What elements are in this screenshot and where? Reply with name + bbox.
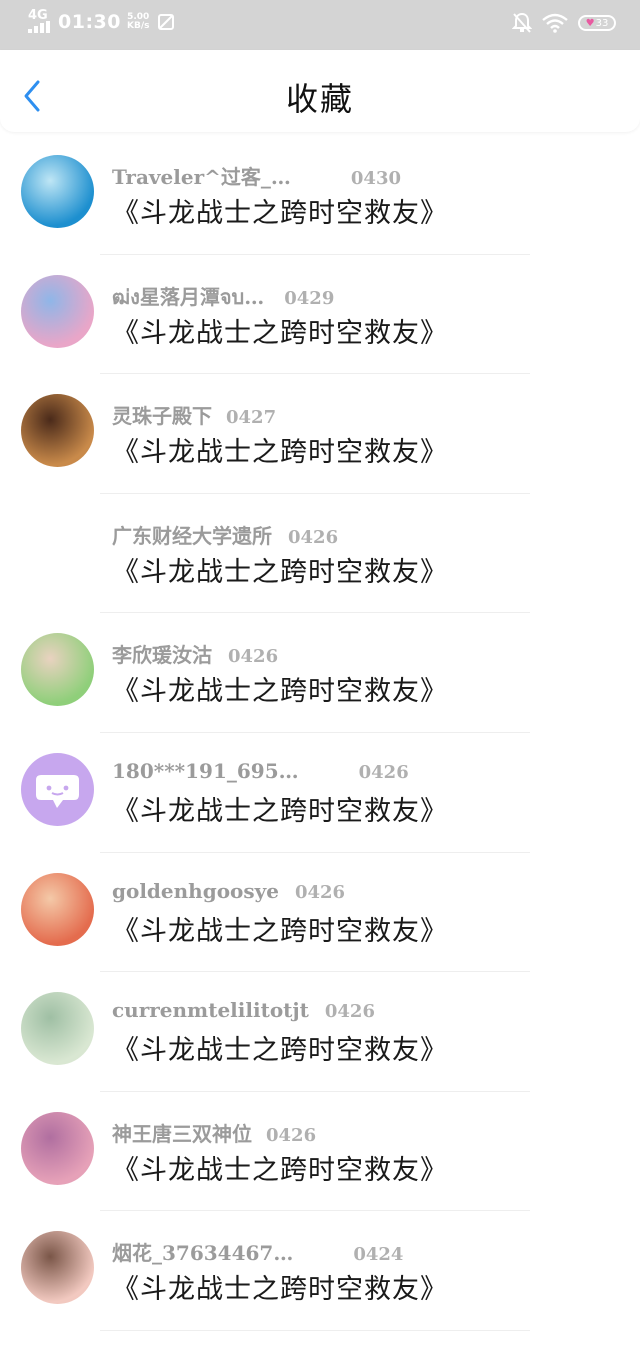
avatar[interactable] — [21, 752, 94, 826]
wifi-icon — [542, 13, 568, 33]
username: 广东财经大学遗所 — [112, 523, 272, 548]
username: currenmtelilitotjt — [112, 998, 309, 1023]
username: 李欣瑗汝沽 — [112, 643, 212, 668]
date-label: 0429 — [284, 287, 335, 309]
avatar[interactable] — [21, 1231, 94, 1305]
book-title[interactable]: 《斗龙战士之跨时空救友》 — [112, 311, 448, 350]
username: 灵珠子殿下 — [112, 404, 212, 429]
username: ฒ่ง星落月潭จบ… — [112, 284, 265, 309]
item-meta: 烟花_37634467… 0424 — [112, 1237, 403, 1266]
date-label: 0424 — [353, 1244, 404, 1266]
list-item[interactable]: currenmtelilitotjt 0426 《斗龙战士之跨时空救友》 — [0, 972, 640, 1092]
item-meta: 李欣瑗汝沽 0426 — [112, 639, 278, 668]
list-item[interactable]: 180***191_695… 0426 《斗龙战士之跨时空救友》 — [0, 733, 640, 853]
page-title: 收藏 — [285, 80, 354, 118]
avatar[interactable] — [21, 872, 94, 946]
book-title[interactable]: 《斗龙战士之跨时空救友》 — [112, 1267, 448, 1306]
book-title[interactable]: 《斗龙战士之跨时空救友》 — [112, 669, 448, 708]
book-title[interactable]: 《斗龙战士之跨时空救友》 — [112, 1148, 448, 1187]
item-meta: 广东财经大学遗所 0426 — [112, 520, 338, 549]
date-label: 0426 — [324, 1001, 375, 1023]
date-label: 0426 — [294, 881, 346, 903]
username: 180***191_695… — [112, 758, 299, 783]
item-meta: 灵珠子殿下 0427 — [112, 400, 276, 429]
chat-bubble-icon — [36, 774, 79, 808]
battery-level: 33 — [595, 17, 609, 29]
item-meta: currenmtelilitotjt 0426 — [112, 998, 375, 1022]
item-meta: ฒ่ง星落月潭จบ… 0429 — [112, 281, 334, 313]
list-item[interactable]: 烟花_37634467… 0424 《斗龙战士之跨时空救友》 — [0, 1211, 640, 1331]
date-label: 0426 — [266, 1124, 317, 1146]
avatar[interactable] — [21, 155, 94, 228]
list-item[interactable]: 广东财经大学遗所 0426 《斗龙战士之跨时空救友》 — [0, 494, 640, 614]
date-label: 0426 — [358, 761, 409, 783]
status-left: 4G 01:30 5.00 KB/s — [28, 8, 175, 33]
list-item[interactable]: 神王唐三双神位 0426 《斗龙战士之跨时空救友》 — [0, 1092, 640, 1212]
avatar[interactable] — [21, 1111, 94, 1185]
list-item[interactable]: 李欣瑗汝沽 0426 《斗龙战士之跨时空救友》 — [0, 613, 640, 733]
list-item[interactable]: goldenhgoosye 0426 《斗龙战士之跨时空救友》 — [0, 853, 640, 973]
book-title[interactable]: 《斗龙战士之跨时空救友》 — [112, 789, 448, 828]
avatar[interactable] — [21, 513, 94, 587]
username: 烟花_37634467… — [112, 1241, 294, 1266]
date-label: 0430 — [350, 168, 401, 189]
username: 神王唐三双神位 — [112, 1121, 252, 1146]
item-meta: 180***191_695… 0426 — [112, 759, 409, 783]
item-meta: 神王唐三双神位 0426 — [112, 1118, 316, 1147]
battery-indicator: ♥ 33 — [578, 15, 616, 31]
book-title[interactable]: 《斗龙战士之跨时空救友》 — [112, 1028, 448, 1067]
network-type: 4G — [28, 8, 48, 23]
avatar[interactable] — [21, 274, 94, 348]
date-label: 0426 — [288, 526, 339, 548]
net-speed: 5.00 KB/s — [126, 12, 150, 31]
book-title[interactable]: 《斗龙战士之跨时空救友》 — [112, 550, 448, 589]
status-bar: 4G 01:30 5.00 KB/s ♥ 33 — [0, 0, 640, 50]
book-title[interactable]: 《斗龙战士之跨时空救友》 — [112, 909, 448, 948]
username: goldenhgoosye — [112, 878, 279, 903]
mute-bell-icon — [512, 12, 532, 33]
book-title[interactable]: 《斗龙战士之跨时空救友》 — [112, 191, 448, 230]
top-bar: 收藏 — [0, 50, 640, 132]
date-label: 0426 — [228, 646, 279, 668]
signal-bars-icon — [28, 21, 50, 33]
date-label: 0427 — [226, 407, 277, 429]
heart-icon: ♥ — [585, 17, 595, 29]
no-sim-icon — [158, 13, 175, 30]
avatar[interactable] — [21, 633, 94, 707]
net-speed-unit: KB/s — [126, 20, 150, 31]
item-meta: Traveler^过客_… 0430 — [112, 161, 401, 190]
avatar[interactable] — [21, 394, 94, 468]
item-meta: goldenhgoosye 0426 — [112, 879, 345, 903]
avatar[interactable] — [21, 992, 94, 1066]
username: Traveler^过客_… — [112, 165, 291, 189]
list-item[interactable]: Traveler^过客_… 0430 《斗龙战士之跨时空救友》 — [0, 135, 640, 255]
list-item[interactable]: ฒ่ง星落月潭จบ… 0429 《斗龙战士之跨时空救友》 — [0, 255, 640, 375]
clock: 01:30 — [58, 10, 121, 33]
network-indicator: 4G — [28, 8, 52, 33]
divider — [100, 1329, 530, 1331]
status-right: ♥ 33 — [512, 12, 616, 34]
favorites-list: Traveler^过客_… 0430 《斗龙战士之跨时空救友》 ฒ่ง星落月潭จบ… 0… — [0, 135, 640, 1331]
list-item[interactable]: 灵珠子殿下 0427 《斗龙战士之跨时空救友》 — [0, 374, 640, 494]
book-title[interactable]: 《斗龙战士之跨时空救友》 — [112, 430, 448, 469]
